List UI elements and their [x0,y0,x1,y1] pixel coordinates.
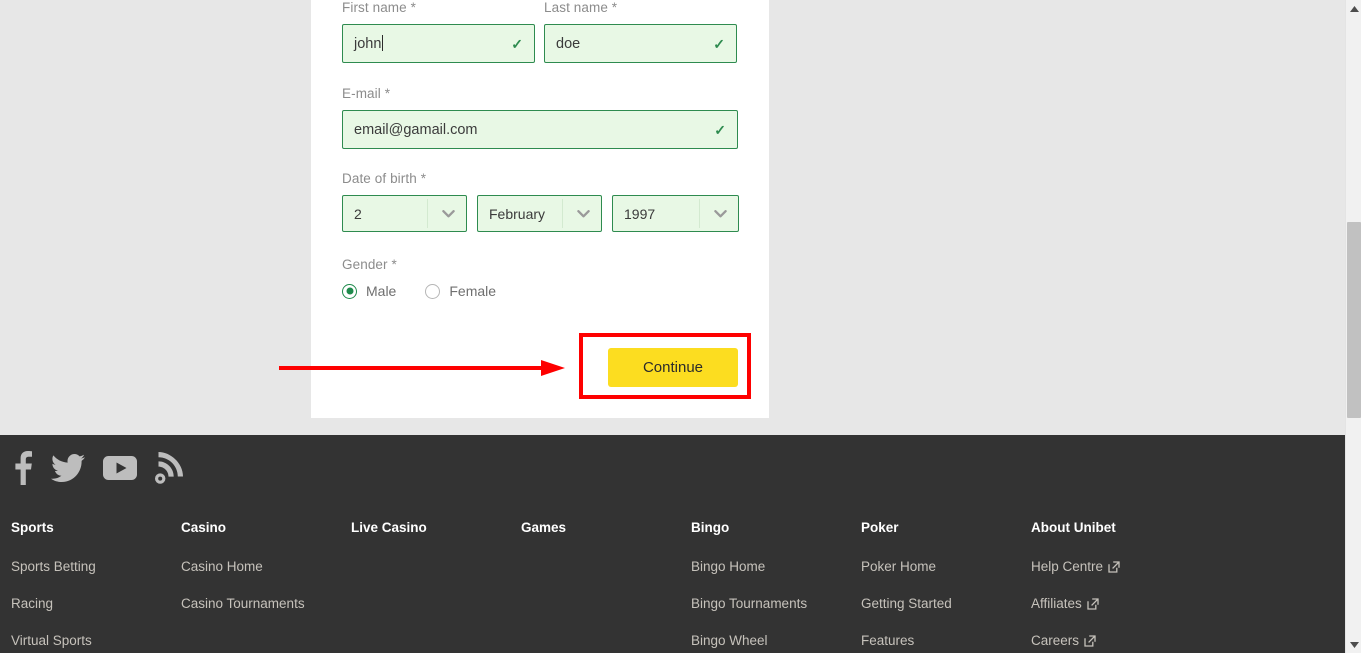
first-name-label: First name * [342,0,416,15]
first-name-value: john [354,35,384,52]
date-of-birth-selects: 2 February 1997 [342,195,742,232]
footer-column-casino: Casino Casino Home Casino Tournaments [181,520,351,653]
footer-link[interactable]: Getting Started [861,596,1031,611]
gender-radio-row: Male Female [342,283,496,299]
dob-day-select[interactable]: 2 [342,195,467,232]
dob-month-select[interactable]: February [477,195,602,232]
email-input[interactable]: email@gamail.com ✓ [342,110,738,149]
first-name-input[interactable]: john ✓ [342,24,535,63]
date-of-birth-group: Date of birth * 2 February 1997 [342,171,742,232]
footer-link[interactable]: Poker Home [861,559,1031,574]
footer-link[interactable]: Casino Home [181,559,351,574]
scroll-down-arrow-icon[interactable] [1346,636,1361,653]
footer-link[interactable]: Virtual Sports [11,633,181,648]
footer-column-about-unibet: About Unibet Help Centre Affiliates Care… [1031,520,1201,653]
footer-link[interactable]: Bingo Home [691,559,861,574]
footer-link[interactable]: Sports Betting [11,559,181,574]
footer-column-bingo: Bingo Bingo Home Bingo Tournaments Bingo… [691,520,861,653]
site-footer: Sports Sports Betting Racing Virtual Spo… [0,435,1345,653]
radio-icon-selected [342,283,357,299]
footer-column-title: Games [521,520,567,535]
twitter-icon[interactable] [51,454,85,482]
chevron-down-icon [577,209,590,218]
gender-option-male[interactable]: Male [342,283,396,299]
footer-link-external[interactable]: Help Centre [1031,559,1201,574]
email-field-group: E-mail * email@gamail.com ✓ [342,86,738,149]
dob-year-select[interactable]: 1997 [612,195,739,232]
last-name-input[interactable]: doe ✓ [544,24,737,63]
footer-link-external[interactable]: Careers [1031,633,1201,648]
select-divider [562,199,563,228]
scroll-up-arrow-icon[interactable] [1346,0,1361,17]
dob-month-value: February [489,205,546,222]
gender-label: Gender * [342,257,397,272]
facebook-icon[interactable] [11,451,33,485]
name-fields-row: First name * john ✓ Last name * doe ✓ [342,0,738,63]
footer-column-title: Sports [11,520,54,535]
scrollbar-thumb[interactable] [1347,222,1361,418]
last-name-value: doe [556,35,581,52]
footer-link-external[interactable]: Affiliates [1031,596,1201,611]
check-icon: ✓ [713,35,725,52]
external-link-icon [1084,635,1096,647]
footer-link[interactable]: Bingo Wheel [691,633,861,648]
footer-column-games: Games [521,520,691,653]
social-links [11,451,183,485]
footer-link[interactable]: Bingo Tournaments [691,596,861,611]
chevron-down-icon [442,209,455,218]
footer-column-title: Bingo [691,520,730,535]
footer-link[interactable]: Casino Tournaments [181,596,351,611]
gender-group: Gender * Male Female [342,257,496,299]
dob-year-value: 1997 [624,205,656,222]
footer-column-poker: Poker Poker Home Getting Started Feature… [861,520,1031,653]
external-link-icon [1087,598,1099,610]
check-icon: ✓ [511,35,523,52]
check-icon: ✓ [714,121,726,138]
date-of-birth-label: Date of birth * [342,171,427,186]
vertical-scrollbar[interactable] [1345,0,1361,653]
radio-icon-unselected [425,283,441,299]
footer-column-live-casino: Live Casino [351,520,521,653]
footer-columns: Sports Sports Betting Racing Virtual Spo… [11,520,1211,653]
email-label: E-mail * [342,86,391,101]
email-value: email@gamail.com [354,121,478,138]
gender-male-label: Male [366,283,397,299]
gender-option-female[interactable]: Female [425,283,496,299]
footer-link[interactable]: Racing [11,596,181,611]
footer-link[interactable]: Features [861,633,1031,648]
last-name-label: Last name * [544,0,618,15]
select-divider [699,199,700,228]
annotation-arrow [279,360,565,376]
footer-column-title: Poker [861,520,899,535]
footer-column-title: About Unibet [1031,520,1116,535]
footer-column-title: Live Casino [351,520,427,535]
chevron-down-icon [714,209,727,218]
page-root: First name * john ✓ Last name * doe ✓ E-… [0,0,1361,653]
first-name-field-group: First name * john ✓ [342,0,535,63]
external-link-icon [1108,561,1120,573]
footer-column-title: Casino [181,520,227,535]
select-divider [427,199,428,228]
blog-rss-icon[interactable] [155,452,183,484]
dob-day-value: 2 [354,205,362,222]
footer-column-sports: Sports Sports Betting Racing Virtual Spo… [11,520,181,653]
text-caret [382,35,384,51]
last-name-field-group: Last name * doe ✓ [544,0,737,63]
continue-button[interactable]: Continue [608,348,738,387]
youtube-icon[interactable] [103,456,137,480]
gender-female-label: Female [449,283,497,299]
